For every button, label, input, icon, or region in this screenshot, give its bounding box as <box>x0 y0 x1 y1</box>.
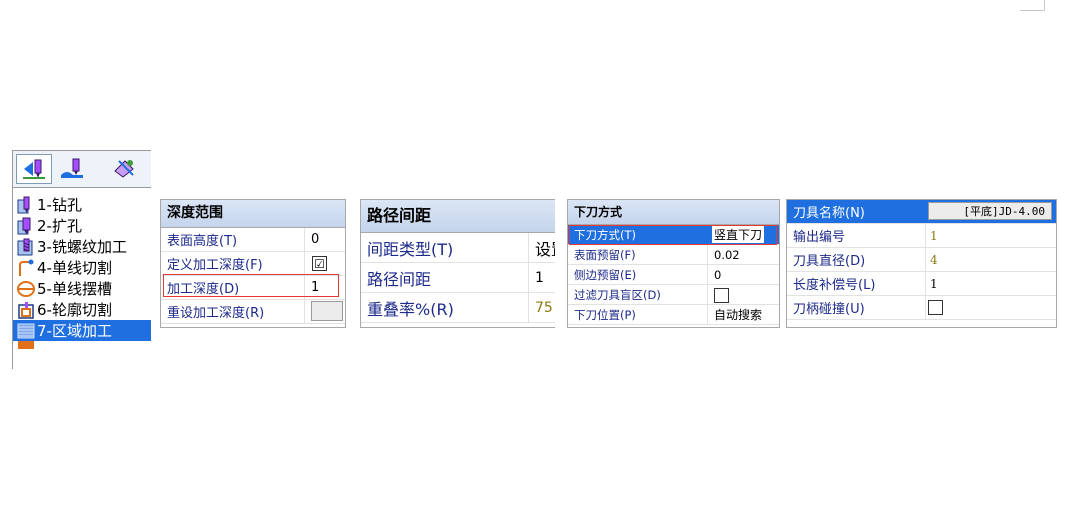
path-spacing-value[interactable]: 1 <box>535 270 544 286</box>
machining-depth-label: 加工深度(D) <box>167 282 240 297</box>
reset-depth-row[interactable]: 重设加工深度(R) <box>161 300 345 324</box>
plunge-method-title: 下刀方式 <box>568 200 779 225</box>
machining-item-contour-cut[interactable]: 6-轮廓切割 <box>13 299 151 320</box>
plunge-position-row[interactable]: 下刀位置(P) 自动搜索 <box>568 305 779 325</box>
area-machining-icon <box>17 323 35 338</box>
overlap-rate-row[interactable]: 重叠率%(R) 75 <box>361 293 555 323</box>
machining-depth-value[interactable]: 1 <box>311 280 319 295</box>
machining-item-ream[interactable]: 2-扩孔 <box>13 215 151 236</box>
surface-allowance-row[interactable]: 表面预留(F) 0.02 <box>568 245 779 265</box>
machining-item-label: 2-扩孔 <box>37 217 82 235</box>
output-number-value[interactable]: 1 <box>930 229 938 243</box>
plunge-method-panel: 下刀方式 下刀方式(T) 竖直下刀 表面预留(F) 0.02 侧边预留(E) 0… <box>567 199 780 328</box>
machining-type-list: 1-钻孔 2-扩孔 3-铣螺纹加工 4-单线切割 5-单线摆槽 6-轮廓切割 7… <box>13 188 151 349</box>
depth-range-title: 深度范围 <box>161 200 345 228</box>
filter-blind-zone-label: 过滤刀具盲区(D) <box>574 287 661 302</box>
output-number-label: 输出编号 <box>793 230 846 245</box>
overlap-rate-label: 重叠率%(R) <box>367 299 454 319</box>
tool-diameter-value[interactable]: 4 <box>930 253 938 267</box>
spacing-type-label: 间距类型(T) <box>367 239 454 259</box>
tool-name-row[interactable]: 刀具名称(N) [平底]JD-4.00 <box>787 200 1056 224</box>
machining-item-thread-mill[interactable]: 3-铣螺纹加工 <box>13 236 151 257</box>
2-axis-machining-button[interactable] <box>16 154 52 184</box>
tool-diameter-label: 刀具直径(D) <box>793 254 866 269</box>
machining-type-panel: 1-钻孔 2-扩孔 3-铣螺纹加工 4-单线切割 5-单线摆槽 6-轮廓切割 7… <box>12 150 151 369</box>
machining-depth-row[interactable]: 加工深度(D) 1 <box>161 276 345 300</box>
filter-blind-zone-row[interactable]: 过滤刀具盲区(D) <box>568 285 779 305</box>
machining-item-drill[interactable]: 1-钻孔 <box>13 194 151 215</box>
surface-allowance-label: 表面预留(F) <box>574 247 636 262</box>
multi-axis-machining-button[interactable] <box>107 154 141 182</box>
machining-toolbar <box>13 151 151 188</box>
plunge-method-value[interactable]: 竖直下刀 <box>712 226 765 243</box>
tool-panel: 刀具名称(N) [平底]JD-4.00 输出编号 1 刀具直径(D) 4 长度补… <box>786 199 1057 328</box>
machining-item-line-cut[interactable]: 4-单线切割 <box>13 257 151 278</box>
side-allowance-label: 侧边预留(E) <box>574 267 637 282</box>
plunge-method-row[interactable]: 下刀方式(T) 竖直下刀 <box>568 225 779 245</box>
holder-collision-row[interactable]: 刀柄碰撞(U) <box>787 296 1056 320</box>
machining-item-label: 6-轮廓切割 <box>37 301 112 319</box>
thread-mill-icon <box>17 238 33 255</box>
machining-item-partial <box>13 341 151 349</box>
machining-item-slot[interactable]: 5-单线摆槽 <box>13 278 151 299</box>
surface-height-label: 表面高度(T) <box>167 234 238 249</box>
path-spacing-panel: 路径间距 间距类型(T) 设置 路径间距 1 重叠率%(R) 75 <box>360 199 555 328</box>
path-spacing-row[interactable]: 路径间距 1 <box>361 263 555 293</box>
machining-item-area[interactable]: 7-区域加工 <box>13 320 151 341</box>
surface-height-row[interactable]: 表面高度(T) 0 <box>161 228 345 252</box>
tool-diameter-row[interactable]: 刀具直径(D) 4 <box>787 248 1056 272</box>
machining-item-label: 4-单线切割 <box>37 259 112 277</box>
reset-depth-button[interactable] <box>311 301 343 321</box>
define-depth-row[interactable]: 定义加工深度(F) ☑ <box>161 252 345 276</box>
3-axis-machining-icon <box>61 158 83 178</box>
output-number-row[interactable]: 输出编号 1 <box>787 224 1056 248</box>
surface-allowance-value[interactable]: 0.02 <box>714 248 740 262</box>
3-axis-machining-button[interactable] <box>55 154 89 182</box>
depth-range-panel: 深度范围 表面高度(T) 0 定义加工深度(F) ☑ 加工深度(D) 1 重设加… <box>160 199 346 328</box>
length-comp-label: 长度补偿号(L) <box>793 278 876 293</box>
holder-collision-checkbox[interactable] <box>928 300 943 315</box>
filter-blind-zone-checkbox[interactable] <box>714 288 729 303</box>
slot-icon <box>17 280 35 297</box>
spacing-type-value[interactable]: 设置 <box>535 236 555 260</box>
define-depth-checkbox[interactable]: ☑ <box>312 256 327 271</box>
machining-item-label: 7-区域加工 <box>37 322 112 340</box>
spacing-type-row[interactable]: 间距类型(T) 设置 <box>361 233 555 263</box>
length-comp-value[interactable]: 1 <box>930 277 938 291</box>
drill-icon <box>17 196 30 213</box>
ream-icon <box>17 217 31 234</box>
overlap-rate-value[interactable]: 75 <box>535 300 553 316</box>
2-axis-machining-icon <box>23 159 45 179</box>
tool-name-label: 刀具名称(N) <box>793 206 865 221</box>
side-allowance-row[interactable]: 侧边预留(E) 0 <box>568 265 779 285</box>
plunge-method-label: 下刀方式(T) <box>574 227 636 242</box>
define-depth-label: 定义加工深度(F) <box>167 258 263 273</box>
plunge-position-label: 下刀位置(P) <box>574 307 636 322</box>
machining-item-label: 5-单线摆槽 <box>37 280 112 298</box>
multi-axis-machining-icon <box>114 160 134 178</box>
machining-item-label: 1-钻孔 <box>37 196 82 214</box>
path-spacing-label: 路径间距 <box>367 269 432 289</box>
line-cut-icon <box>19 259 34 276</box>
plunge-position-value[interactable]: 自动搜索 <box>714 306 762 323</box>
page-corner-mark <box>1020 0 1045 11</box>
machining-item-label: 3-铣螺纹加工 <box>37 238 127 256</box>
path-spacing-title: 路径间距 <box>361 200 555 233</box>
length-comp-row[interactable]: 长度补偿号(L) 1 <box>787 272 1056 296</box>
partial-item-icon <box>18 341 34 349</box>
contour-cut-icon <box>18 301 34 319</box>
holder-collision-label: 刀柄碰撞(U) <box>793 302 865 317</box>
reset-depth-label: 重设加工深度(R) <box>167 306 265 321</box>
surface-height-value[interactable]: 0 <box>311 232 319 247</box>
side-allowance-value[interactable]: 0 <box>714 268 721 282</box>
tool-name-button[interactable]: [平底]JD-4.00 <box>928 202 1052 220</box>
